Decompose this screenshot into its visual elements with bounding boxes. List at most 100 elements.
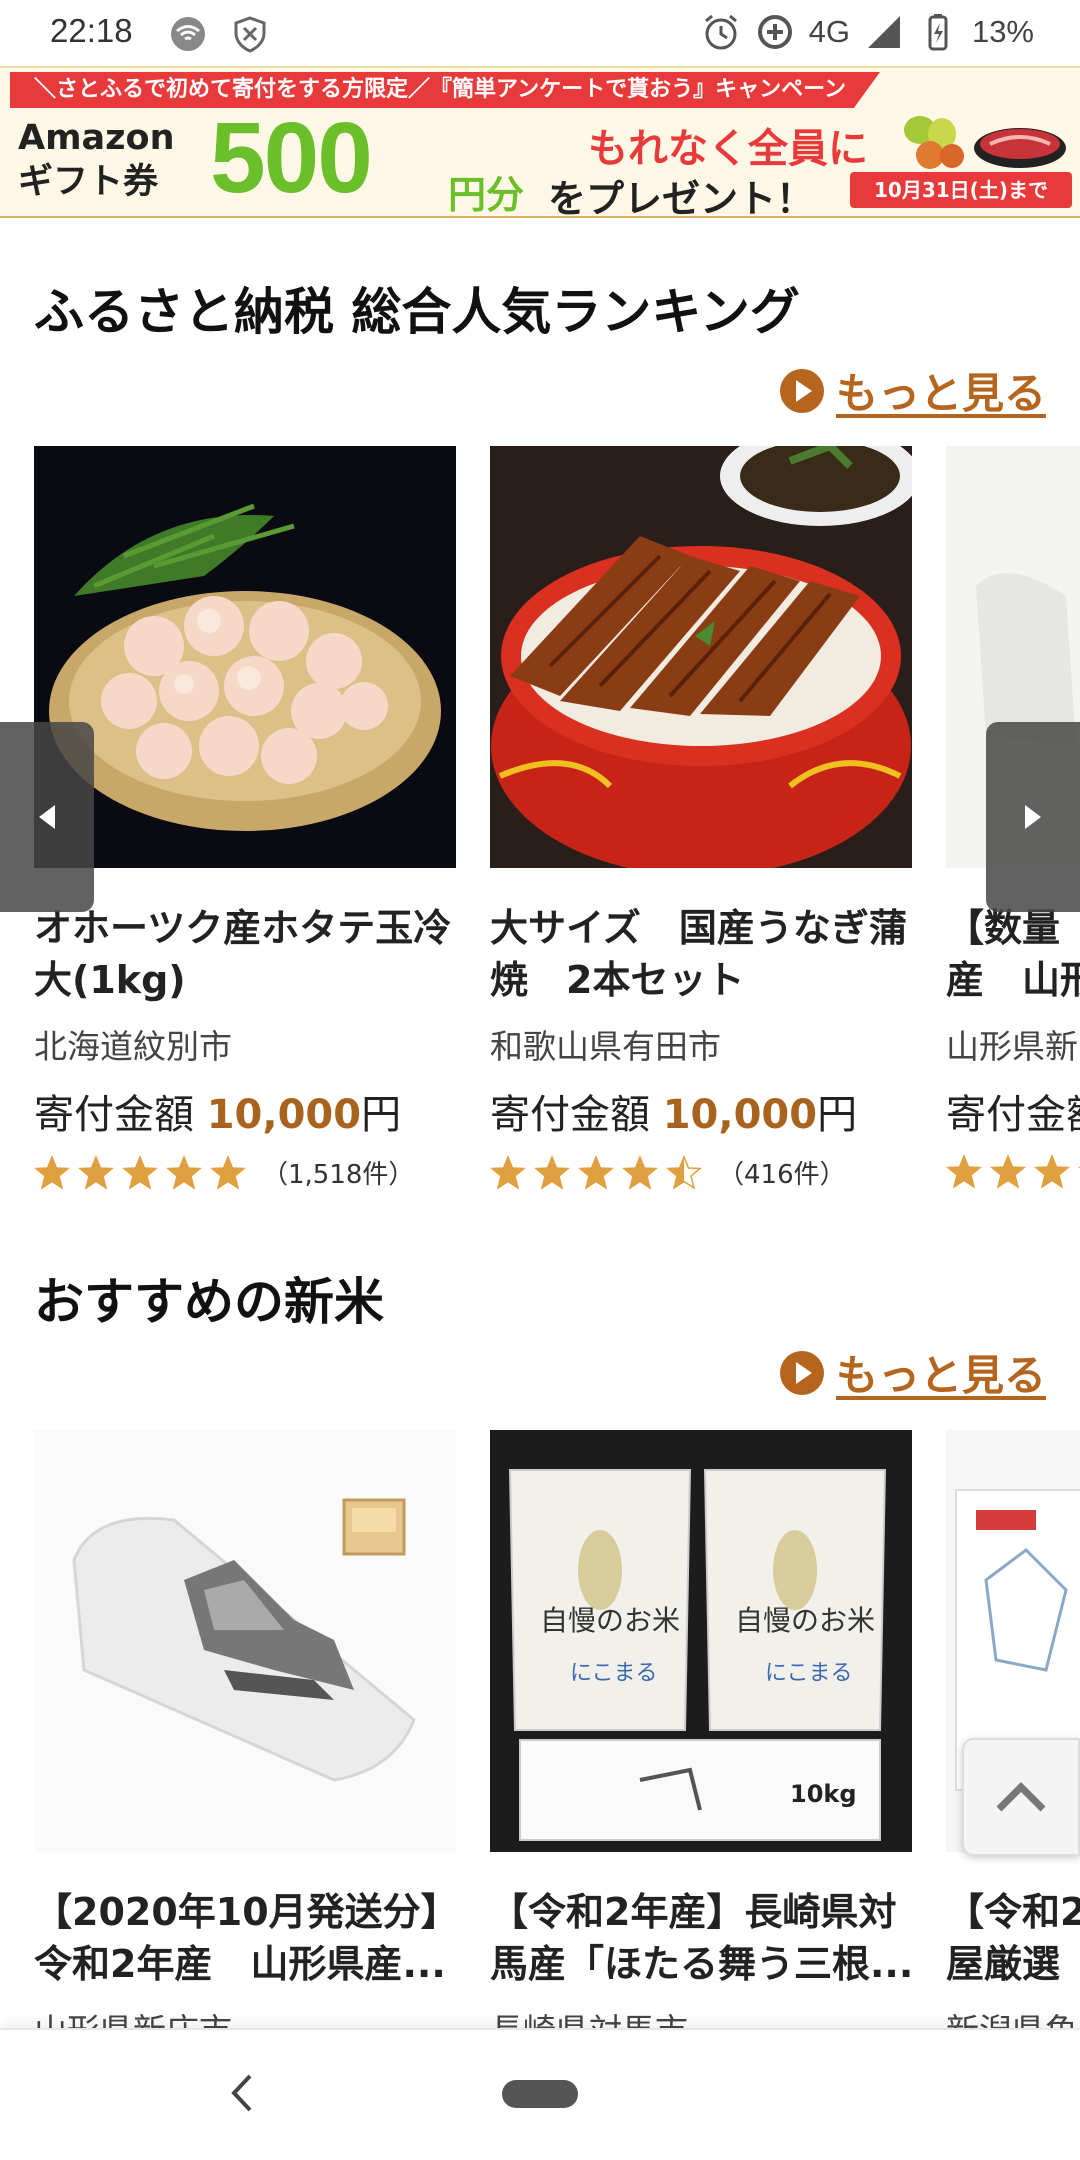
star-icon bbox=[166, 1154, 202, 1190]
banner-amount: 500 bbox=[210, 102, 373, 214]
product-title-line1: 【2020年10月発送分】 bbox=[34, 1890, 459, 1934]
star-icon bbox=[34, 1154, 70, 1190]
scroll-to-top-button[interactable] bbox=[962, 1738, 1080, 1856]
star-icon bbox=[210, 1154, 246, 1190]
battery-charging-icon bbox=[928, 14, 948, 51]
product-title-line1: 【令和2 bbox=[946, 1890, 1080, 1934]
product-city: 山形県新庄市 bbox=[34, 2004, 456, 2028]
review-count: （1,518件） bbox=[262, 1160, 415, 1190]
caret-right-icon bbox=[1025, 805, 1041, 829]
wifi-off-icon bbox=[171, 17, 205, 51]
price-label: 寄付金額 bbox=[490, 1092, 663, 1138]
product-image-rice-bag[interactable] bbox=[34, 1430, 456, 1852]
price-unit: 円 bbox=[817, 1092, 858, 1138]
price-amount: 10,000 bbox=[662, 1092, 818, 1138]
ranking-more-label: もっと見る bbox=[835, 369, 1046, 418]
rice-bag-text: 自慢のお米 bbox=[540, 1604, 680, 1637]
play-circle-icon bbox=[779, 1350, 824, 1395]
star-icon bbox=[122, 1154, 158, 1190]
star-icon bbox=[946, 1154, 982, 1189]
alarm-icon bbox=[704, 14, 737, 50]
network-type: 4G bbox=[808, 14, 850, 49]
product-title-line2: 馬産「ほたる舞う三根... bbox=[490, 1942, 914, 1986]
star-icon bbox=[578, 1154, 614, 1190]
banner-headline: もれなく全員に bbox=[588, 126, 868, 172]
battery-percent: 13% bbox=[971, 14, 1034, 49]
rice-card[interactable]: 【2020年10月発送分】 令和2年産 山形県産... 山形県新庄市 bbox=[34, 1430, 459, 2028]
play-circle-icon bbox=[779, 368, 824, 413]
product-title[interactable]: 大サイズ 国産うなぎ蒲 焼 2本セット bbox=[490, 902, 912, 1006]
system-nav-bar bbox=[0, 2028, 1080, 2160]
banner-subline: をプレゼント！ bbox=[548, 177, 815, 218]
star-icon bbox=[534, 1154, 570, 1190]
product-title-line2: 産 山形 bbox=[946, 958, 1080, 1002]
rice-bag-text: 自慢のお米 bbox=[735, 1604, 875, 1637]
campaign-banner[interactable]: ＼さとふるで初めて寄付をする方限定／『簡単アンケートで貰おう』キャンペーン Am… bbox=[0, 66, 1080, 218]
new-rice-more-label: もっと見る bbox=[835, 1351, 1046, 1400]
product-title-line2: 令和2年産 山形県産... bbox=[34, 1942, 446, 1986]
product-image-scallops[interactable] bbox=[34, 446, 456, 868]
new-rice-more-link[interactable]: もっと見る bbox=[779, 1342, 1046, 1403]
banner-amount-unit: 円分 bbox=[448, 173, 525, 217]
rice-card[interactable]: 自慢のお米 自慢のお米 にこまる にこまる 10kg 【令和2年産】長崎県対 馬… bbox=[490, 1430, 914, 2028]
ranking-card[interactable]: 大サイズ 国産うなぎ蒲 焼 2本セット 和歌山県有田市 寄付金額 10,000円… bbox=[490, 446, 912, 1191]
product-city: 和歌山県有田市 bbox=[490, 1027, 721, 1066]
product-title[interactable]: 【2020年10月発送分】 令和2年産 山形県産... bbox=[34, 1886, 459, 1990]
product-rating: （416件） bbox=[490, 1154, 912, 1191]
star-icon bbox=[990, 1154, 1026, 1189]
review-count: （416件） bbox=[718, 1160, 846, 1190]
star-icon bbox=[1034, 1154, 1070, 1189]
product-price: 寄付金額 bbox=[946, 1082, 1080, 1140]
product-city: 新潟県魚 bbox=[946, 2004, 1080, 2028]
status-right: 4G 13% bbox=[701, 12, 1034, 52]
product-title-line2: 屋厳選 bbox=[946, 1942, 1061, 1986]
status-time: 22:18 bbox=[50, 12, 133, 49]
product-title-line1: オホーツク産ホタテ玉冷 bbox=[34, 906, 452, 950]
product-city: 山形県新 bbox=[946, 1027, 1078, 1066]
product-price: 寄付金額 10,000円 bbox=[34, 1082, 456, 1140]
price-amount: 10,000 bbox=[206, 1092, 362, 1138]
banner-top-text: ＼さとふるで初めて寄付をする方限定／『簡単アンケートで貰おう』キャンペーン bbox=[10, 72, 880, 108]
carousel-next-button[interactable] bbox=[986, 722, 1080, 912]
status-bar: 22:18 4G 13% bbox=[0, 0, 1080, 66]
ranking-more-link[interactable]: もっと見る bbox=[779, 360, 1046, 421]
product-image-rice-bags[interactable]: 自慢のお米 自慢のお米 にこまる にこまる 10kg bbox=[490, 1430, 912, 1852]
product-rating: （1,518件） bbox=[34, 1154, 456, 1191]
price-label: 寄付金額 bbox=[34, 1092, 207, 1138]
ranking-card[interactable]: オホーツク産ホタテ玉冷 大(1kg) 北海道紋別市 寄付金額 10,000円 （… bbox=[34, 446, 456, 1191]
ranking-section-title: ふるさと納税 総合人気ランキング bbox=[34, 283, 800, 341]
product-city: 北海道紋別市 bbox=[34, 1027, 232, 1066]
product-title[interactable]: 【令和2年産】長崎県対 馬産「ほたる舞う三根... bbox=[490, 1886, 914, 1990]
rice-card[interactable]: 【令和2 屋厳選 新潟県魚 bbox=[946, 1430, 1080, 2028]
product-title[interactable]: 【数量 産 山形 bbox=[946, 902, 1080, 1006]
new-rice-section-title: おすすめの新米 bbox=[34, 1273, 384, 1331]
carousel-prev-button[interactable] bbox=[0, 722, 94, 912]
star-icon bbox=[666, 1154, 702, 1190]
ranking-carousel[interactable]: オホーツク産ホタテ玉冷 大(1kg) 北海道紋別市 寄付金額 10,000円 （… bbox=[0, 446, 1080, 1206]
data-saver-icon bbox=[757, 15, 792, 49]
banner-food-image bbox=[904, 116, 1066, 169]
rice-bag-brand: にこまる bbox=[570, 1661, 658, 1686]
price-label: 寄付金額 bbox=[946, 1092, 1080, 1138]
caret-left-icon bbox=[39, 805, 55, 829]
product-title-line1: 【令和2年産】長崎県対 bbox=[490, 1890, 897, 1934]
star-icon bbox=[622, 1154, 658, 1190]
back-icon[interactable] bbox=[222, 2068, 262, 2118]
product-image-unagi[interactable] bbox=[490, 446, 912, 868]
chevron-up-icon bbox=[996, 1782, 1046, 1812]
product-city: 長崎県対馬市 bbox=[490, 2004, 912, 2028]
rice-bag-brand: にこまる bbox=[765, 1661, 853, 1686]
banner-amazon-label: Amazon ギフト券 bbox=[18, 116, 208, 204]
rating-stars bbox=[946, 1154, 1080, 1190]
status-left-icons bbox=[168, 14, 270, 54]
product-title[interactable]: オホーツク産ホタテ玉冷 大(1kg) bbox=[34, 902, 456, 1006]
new-rice-carousel[interactable]: 【2020年10月発送分】 令和2年産 山形県産... 山形県新庄市 自慢のお米… bbox=[0, 1430, 1080, 2028]
banner-amazon-line2: ギフト券 bbox=[18, 162, 159, 202]
price-unit: 円 bbox=[361, 1092, 402, 1138]
product-price: 寄付金額 10,000円 bbox=[490, 1082, 912, 1140]
shield-icon bbox=[234, 16, 266, 53]
home-pill-button[interactable] bbox=[502, 2080, 578, 2108]
product-title-line1: 大サイズ 国産うなぎ蒲 bbox=[490, 906, 907, 950]
product-title[interactable]: 【令和2 屋厳選 bbox=[946, 1886, 1080, 1990]
star-icon bbox=[78, 1154, 114, 1190]
